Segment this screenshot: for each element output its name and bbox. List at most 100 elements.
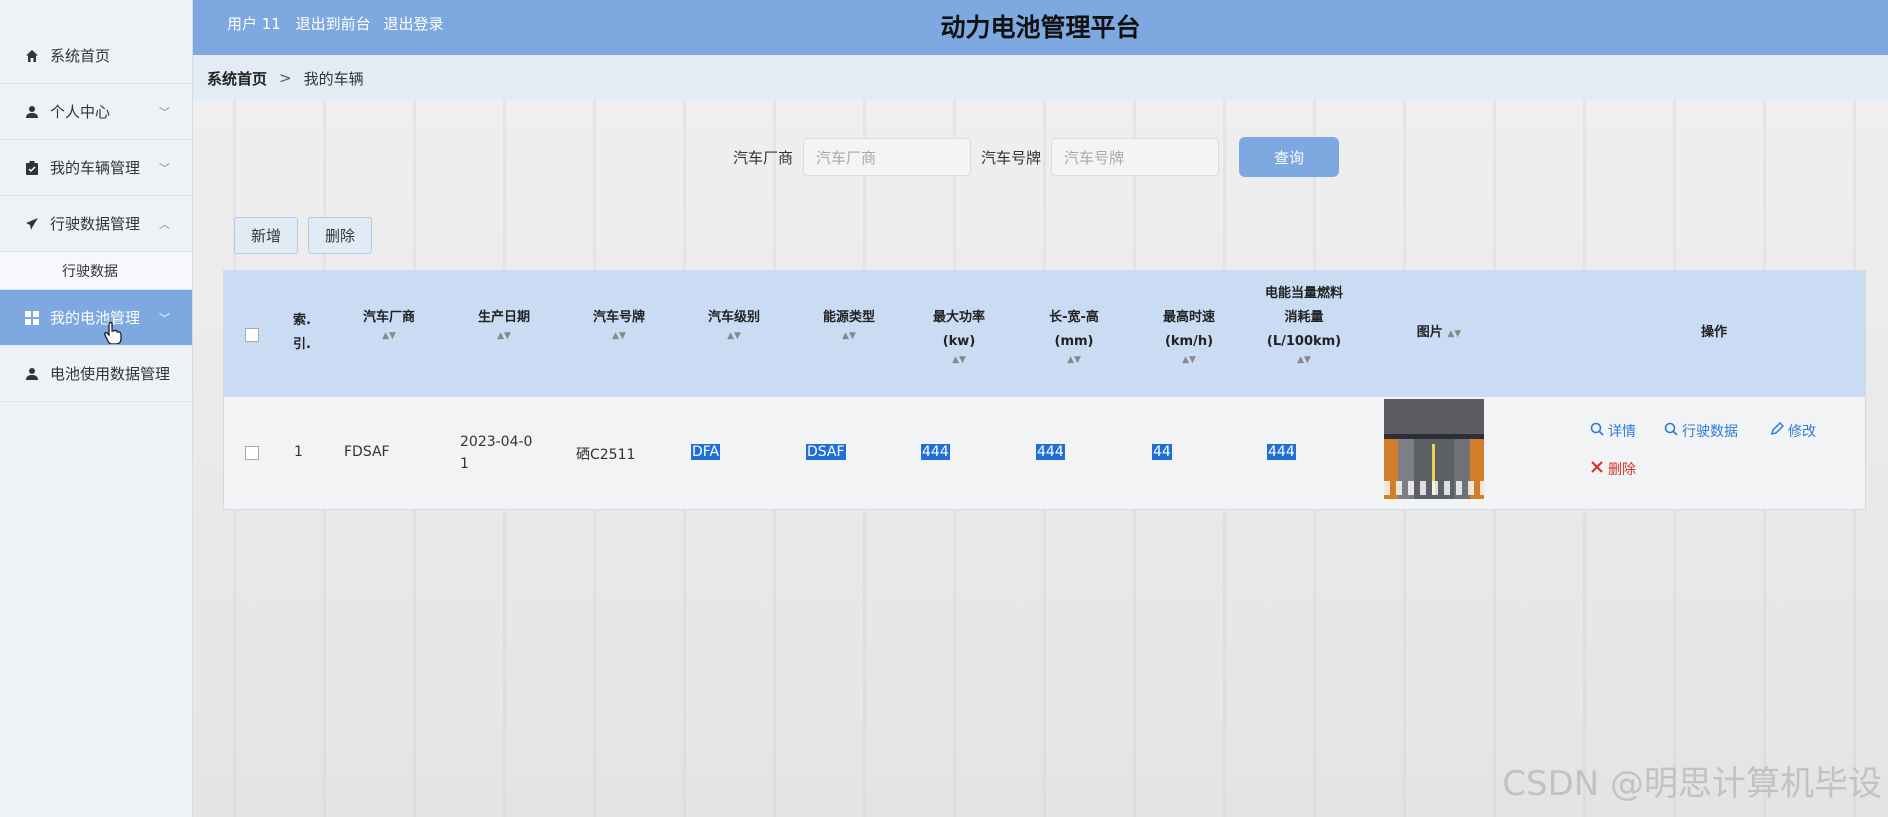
search-icon <box>1664 422 1678 440</box>
col-label: 生产日期 <box>477 310 530 325</box>
cell-power-text: 444 <box>921 444 950 460</box>
cell-speed-text: 44 <box>1152 444 1172 460</box>
cell-date: 2023-04-01 <box>460 434 533 472</box>
vehicle-table: 索.引. 汽车厂商 ▲▼ 生产日期 ▲▼ 汽车号牌 ▲▼ 汽车级别 ▲▼ 能源类型 ▲▼ … <box>223 270 1866 510</box>
col-energy[interactable]: 能源类型 ▲▼ <box>809 306 889 342</box>
maker-input[interactable]: 汽车厂商 <box>803 138 972 176</box>
sort-icon[interactable]: ▲▼ <box>1447 329 1461 339</box>
col-label: 电能当量燃料消耗量(L/100km) <box>1264 286 1343 349</box>
maker-label: 汽车厂商 <box>733 148 794 167</box>
sidebar-item-home[interactable]: 系统首页 <box>0 28 192 84</box>
sort-icon[interactable]: ▲▼ <box>579 330 659 342</box>
cell-plate: 硒C2511 <box>576 447 636 463</box>
toolbar: 新增 删除 <box>234 217 382 254</box>
cell-energy: DSAF <box>806 444 846 460</box>
col-power[interactable]: 最大功率(kw) ▲▼ <box>919 306 999 366</box>
sort-icon[interactable]: ▲▼ <box>694 330 774 342</box>
cell-size: 444 <box>1036 444 1065 460</box>
cell-energy-text: DSAF <box>806 444 846 460</box>
col-consumption[interactable]: 电能当量燃料消耗量(L/100km) ▲▼ <box>1264 282 1344 366</box>
sidebar-subitem-driving-data[interactable]: 行驶数据 <box>0 252 192 290</box>
row-checkbox[interactable] <box>245 446 259 460</box>
add-button[interactable]: 新增 <box>234 217 299 254</box>
breadcrumb-home[interactable]: 系统首页 <box>207 68 267 89</box>
sidebar-item-label: 我的车辆管理 <box>50 159 141 177</box>
sidebar-item-driving[interactable]: 行驶数据管理 ︿ <box>0 196 192 252</box>
sidebar-item-personal[interactable]: 个人中心 ﹀ <box>0 84 192 140</box>
pencil-icon <box>1770 421 1785 440</box>
col-label: 汽车厂商 <box>362 310 415 325</box>
cell-size-text: 444 <box>1036 444 1065 460</box>
cell-index: 1 <box>294 444 303 460</box>
user-icon <box>24 104 40 120</box>
plate-label: 汽车号牌 <box>981 148 1042 167</box>
col-label: 汽车号牌 <box>592 310 645 325</box>
col-label: 最高时速(km/h) <box>1162 310 1215 349</box>
col-index: 索.引. <box>293 313 311 352</box>
top-header: 用户 11 退出到前台 退出登录 动力电池管理平台 <box>193 0 1888 55</box>
col-actions: 操作 <box>1700 325 1727 340</box>
sidebar-item-label: 个人中心 <box>50 103 111 121</box>
row-delete-button[interactable]: 删除 <box>1590 459 1636 479</box>
col-label: 最大功率(kw) <box>932 310 985 349</box>
crosswalk-shape <box>1384 481 1484 495</box>
search-bar: 汽车厂商 汽车厂商 汽车号牌 汽车号牌 查询 <box>733 137 1340 177</box>
col-size[interactable]: 长-宽-高(mm) ▲▼ <box>1034 306 1114 366</box>
sort-icon[interactable]: ▲▼ <box>919 354 999 366</box>
col-label: 长-宽-高(mm) <box>1049 310 1099 349</box>
edit-button[interactable]: 修改 <box>1770 421 1816 441</box>
col-label: 汽车级别 <box>707 310 760 325</box>
close-icon <box>1590 460 1604 478</box>
col-plate[interactable]: 汽车号牌 ▲▼ <box>579 306 659 342</box>
col-label: 图片 <box>1416 325 1443 340</box>
watermark: CSDN @明思计算机毕设 <box>1502 764 1882 804</box>
edit-label: 修改 <box>1788 424 1816 440</box>
sidebar-item-battery[interactable]: 我的电池管理 ﹀ <box>0 290 192 346</box>
cell-level: DFA <box>691 444 721 460</box>
sort-icon[interactable]: ▲▼ <box>1034 354 1114 366</box>
sidebar-item-vehicles[interactable]: 我的车辆管理 ﹀ <box>0 140 192 196</box>
chevron-down-icon: ﹀ <box>159 161 170 175</box>
cell-consumption: 444 <box>1267 444 1296 460</box>
clipboard-icon <box>24 160 40 176</box>
plate-input[interactable]: 汽车号牌 <box>1051 138 1220 176</box>
delete-button[interactable]: 删除 <box>308 217 373 254</box>
grid-icon <box>24 310 40 326</box>
breadcrumb: 系统首页 > 我的车辆 <box>193 56 1888 100</box>
select-all-checkbox[interactable] <box>245 328 259 342</box>
cell-maker: FDSAF <box>344 444 390 460</box>
sidebar-item-label: 行驶数据管理 <box>50 215 141 233</box>
hand-cursor-icon <box>104 321 122 348</box>
sidebar-item-label: 电池使用数据管理 <box>50 365 171 383</box>
send-icon <box>24 216 40 232</box>
col-speed[interactable]: 最高时速(km/h) ▲▼ <box>1149 306 1229 366</box>
sort-icon[interactable]: ▲▼ <box>1264 354 1344 366</box>
cell-power: 444 <box>921 444 950 460</box>
sidebar-item-battery-usage[interactable]: 电池使用数据管理 <box>0 346 192 402</box>
col-level[interactable]: 汽车级别 ▲▼ <box>694 306 774 342</box>
row-delete-label: 删除 <box>1608 462 1636 478</box>
col-maker[interactable]: 汽车厂商 ▲▼ <box>349 306 429 342</box>
breadcrumb-separator: > <box>279 69 292 87</box>
driving-data-button[interactable]: 行驶数据 <box>1664 421 1738 441</box>
driving-data-label: 行驶数据 <box>1682 424 1738 440</box>
sort-icon[interactable]: ▲▼ <box>349 330 429 342</box>
search-icon <box>1590 422 1604 440</box>
sort-icon[interactable]: ▲▼ <box>1149 354 1229 366</box>
query-button[interactable]: 查询 <box>1239 137 1340 177</box>
sidebar-item-label: 我的电池管理 <box>50 309 141 327</box>
vehicle-image[interactable] <box>1384 399 1484 499</box>
sort-icon[interactable]: ▲▼ <box>464 330 544 342</box>
user-icon <box>24 366 40 382</box>
sidebar-item-label: 行驶数据 <box>62 263 118 280</box>
chevron-down-icon: ﹀ <box>159 311 170 325</box>
sort-icon[interactable]: ▲▼ <box>809 330 889 342</box>
breadcrumb-current: 我的车辆 <box>303 69 364 88</box>
home-icon <box>24 48 40 64</box>
cell-consumption-text: 444 <box>1267 444 1296 460</box>
col-image[interactable]: 图片 ▲▼ <box>1409 321 1469 346</box>
detail-button[interactable]: 详情 <box>1590 421 1636 441</box>
col-date[interactable]: 生产日期 ▲▼ <box>464 306 544 342</box>
col-label: 能源类型 <box>822 310 875 325</box>
chevron-down-icon: ﹀ <box>159 105 170 119</box>
